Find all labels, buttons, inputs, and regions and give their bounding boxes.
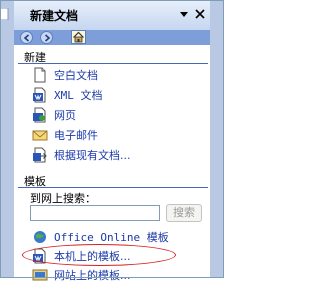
list-item-email[interactable]: 电子邮件 <box>32 127 98 143</box>
back-arrow-icon <box>23 34 30 42</box>
list-item-xml-document[interactable]: XML 文档 <box>32 87 103 103</box>
search-input[interactable] <box>30 205 160 221</box>
forward-arrow-icon <box>44 34 51 42</box>
chevron-down-icon[interactable] <box>178 8 190 20</box>
web-templates-label: 网站上的模板... <box>54 269 131 282</box>
search-button[interactable]: 搜索 <box>166 204 202 222</box>
from-existing-label: 根据现有文档... <box>54 149 131 162</box>
task-pane-title: 新建文档 <box>30 9 79 23</box>
web-page-icon <box>33 107 46 123</box>
task-pane-body: 新建 空白文档 XML 文档 网页 电子邮件 根据现有文档... 模板 到网上搜… <box>14 45 210 282</box>
task-pane-titlebar: 新建文档 <box>14 0 210 30</box>
local-templates-label: 本机上的模板... <box>54 250 131 263</box>
xml-document-label: XML 文档 <box>54 89 103 102</box>
close-icon[interactable] <box>194 8 206 20</box>
email-icon <box>32 130 48 141</box>
list-item-office-online[interactable]: Office Online 模板 <box>32 229 169 245</box>
web-template-icon <box>32 269 48 281</box>
blank-document-icon <box>34 67 46 83</box>
left-border-strip <box>0 0 14 278</box>
right-border-strip <box>210 0 224 278</box>
existing-document-icon <box>33 147 47 163</box>
search-label: 到网上搜索： <box>30 192 96 205</box>
back-button[interactable] <box>20 31 33 44</box>
list-item-web-page[interactable]: 网页 <box>32 107 76 123</box>
office-online-icon <box>34 231 46 243</box>
list-item-web-templates[interactable]: 网站上的模板... <box>32 267 131 283</box>
list-item-local-templates[interactable]: 本机上的模板... <box>32 248 131 264</box>
forward-button[interactable] <box>40 31 53 44</box>
home-icon <box>73 31 84 43</box>
web-page-label: 网页 <box>54 109 76 122</box>
local-template-icon <box>33 248 46 264</box>
office-online-label: Office Online 模板 <box>54 231 169 244</box>
section-divider-templates <box>18 187 208 188</box>
blank-document-label: 空白文档 <box>54 69 98 82</box>
home-button[interactable] <box>71 30 86 44</box>
navigation-bar <box>14 30 210 45</box>
list-item-from-existing[interactable]: 根据现有文档... <box>32 147 131 163</box>
xml-document-icon <box>33 87 46 103</box>
list-item-blank-document[interactable]: 空白文档 <box>32 67 98 83</box>
panel-grip-icon <box>0 8 9 20</box>
section-divider-new <box>18 63 208 64</box>
email-label: 电子邮件 <box>54 129 98 142</box>
